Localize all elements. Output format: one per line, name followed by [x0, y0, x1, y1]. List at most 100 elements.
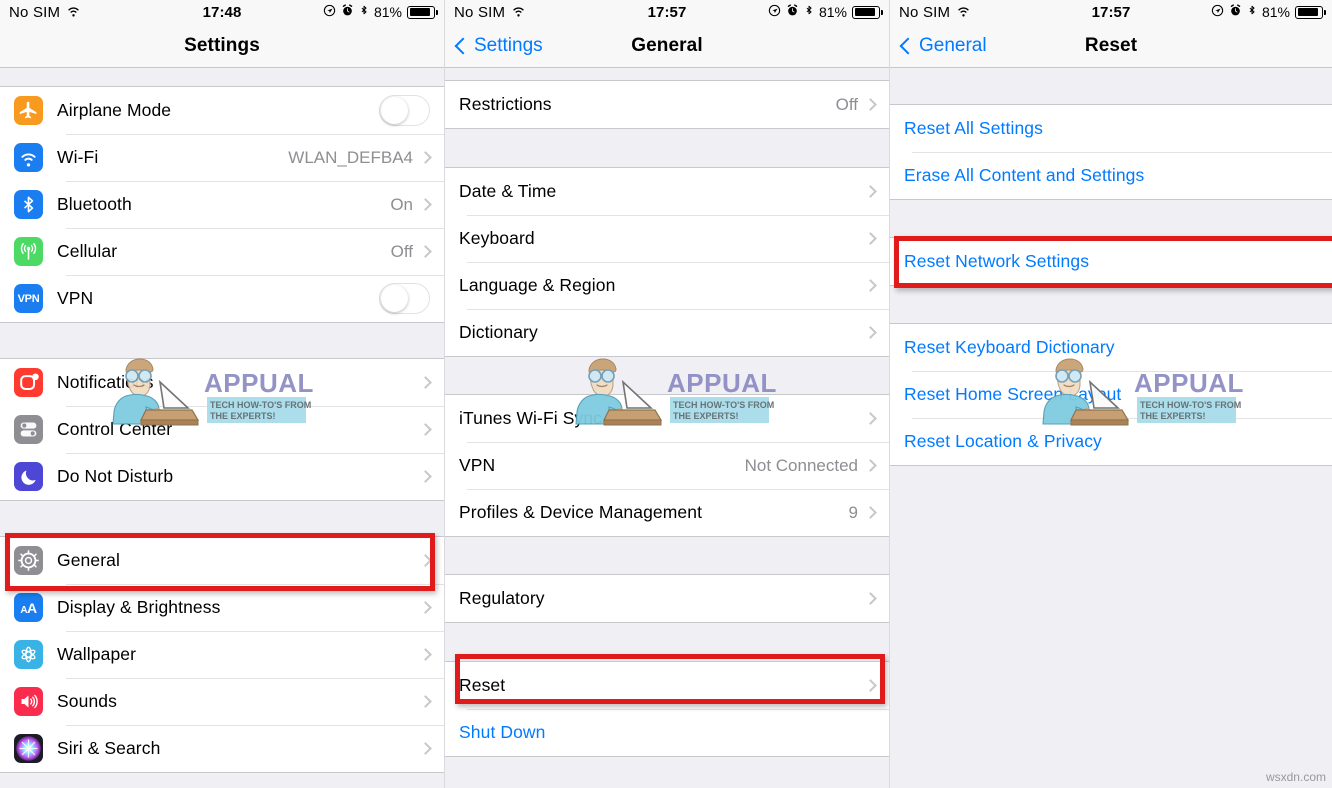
- gear-icon: [14, 546, 43, 575]
- list-row-date-time[interactable]: Date & Time: [445, 168, 889, 215]
- list-row-label: Control Center: [57, 419, 173, 439]
- list-row-reset-network-settings[interactable]: Reset Network Settings: [890, 238, 1332, 285]
- list-row-reset-keyboard-dictionary[interactable]: Reset Keyboard Dictionary: [890, 324, 1332, 371]
- list-row-label: Notifications: [57, 372, 154, 392]
- settings-group: Reset All Settings Erase All Content and …: [890, 104, 1332, 200]
- status-right: 81%: [768, 3, 883, 21]
- nav-bar: Settings General: [445, 24, 889, 68]
- list-row-general[interactable]: General: [0, 537, 444, 584]
- battery-icon: [407, 5, 438, 19]
- list-row-display-brightness[interactable]: AA Display & Brightness: [0, 584, 444, 631]
- settings-group: Notifications Control Center Do Not Distur…: [0, 358, 444, 501]
- list-row-siri-search[interactable]: Siri & Search: [0, 725, 444, 772]
- toggle-switch[interactable]: [379, 283, 430, 314]
- alarm-icon: [341, 3, 354, 21]
- group-spacer: [445, 68, 889, 80]
- list-row-wi-fi[interactable]: Wi-Fi WLAN_DEFBA4: [0, 134, 444, 181]
- list-row-wallpaper[interactable]: Wallpaper: [0, 631, 444, 678]
- list-row-label: Erase All Content and Settings: [904, 165, 1145, 185]
- status-bar: No SIM 17:57 81%: [445, 0, 889, 24]
- panel-reset: No SIM 17:57 81% General Reset Reset All Sett…: [889, 0, 1332, 788]
- page-title: Settings: [184, 34, 260, 56]
- list-row-shut-down[interactable]: Shut Down: [445, 709, 889, 756]
- group-spacer: [890, 286, 1332, 323]
- list-row-label: VPN: [459, 455, 496, 475]
- chevron-right-icon: [419, 648, 432, 661]
- list-row-restrictions[interactable]: Restrictions Off: [445, 81, 889, 128]
- group-spacer: [890, 200, 1332, 237]
- list-row-reset-location-privacy[interactable]: Reset Location & Privacy: [890, 418, 1332, 465]
- list-row-label: Shut Down: [459, 722, 546, 742]
- settings-group: Date & Time Keyboard Language & Region Dict…: [445, 167, 889, 357]
- list-row-value: Off: [390, 241, 413, 261]
- list-row-value: On: [390, 194, 413, 214]
- settings-group: iTunes Wi-Fi Sync VPN Not Connected Profile…: [445, 394, 889, 537]
- list-row-vpn[interactable]: VPN Not Connected: [445, 442, 889, 489]
- group-spacer: [445, 129, 889, 167]
- list-row-sounds[interactable]: Sounds: [0, 678, 444, 725]
- bluetooth-tile-icon: [14, 190, 43, 219]
- chevron-right-icon: [864, 185, 877, 198]
- status-right: 81%: [323, 3, 438, 21]
- list-row-profiles-device-management[interactable]: Profiles & Device Management 9: [445, 489, 889, 536]
- list-row-vpn[interactable]: VPN VPN: [0, 275, 444, 322]
- chevron-left-icon: [899, 37, 917, 54]
- control-center-icon: [14, 415, 43, 444]
- back-button-label: General: [919, 34, 987, 56]
- battery-percent: 81%: [1261, 4, 1290, 20]
- chevron-right-icon: [864, 506, 877, 519]
- chevron-right-icon: [864, 279, 877, 292]
- list-row-reset[interactable]: Reset: [445, 662, 889, 709]
- siri-icon: [14, 734, 43, 763]
- bluetooth-icon: [1247, 3, 1257, 21]
- chevron-right-icon: [864, 459, 877, 472]
- list-row-notifications[interactable]: Notifications: [0, 359, 444, 406]
- battery-percent: 81%: [373, 4, 402, 20]
- status-bar: No SIM 17:48 81%: [0, 0, 444, 24]
- settings-group: Reset Shut Down: [445, 661, 889, 757]
- back-button[interactable]: Settings: [454, 34, 543, 57]
- list-row-erase-all-content-and-settings[interactable]: Erase All Content and Settings: [890, 152, 1332, 199]
- settings-group: Airplane Mode Wi-Fi WLAN_DEFBA4 Bluetooth On…: [0, 86, 444, 323]
- list-row-value: Off: [835, 94, 858, 114]
- chevron-right-icon: [419, 198, 432, 211]
- list-row-label: Reset: [459, 675, 506, 695]
- list-row-do-not-disturb[interactable]: Do Not Disturb: [0, 453, 444, 500]
- battery-icon: [1295, 5, 1326, 19]
- list-row-label: Reset Home Screen Layout: [904, 384, 1122, 404]
- toggle-switch[interactable]: [379, 95, 430, 126]
- chevron-right-icon: [864, 98, 877, 111]
- list-row-keyboard[interactable]: Keyboard: [445, 215, 889, 262]
- vpn-icon: VPN: [14, 284, 43, 313]
- group-spacer: [445, 357, 889, 394]
- list-row-label: Do Not Disturb: [57, 466, 174, 486]
- back-button-label: Settings: [474, 34, 543, 56]
- group-spacer: [890, 68, 1332, 104]
- list-row-reset-home-screen-layout[interactable]: Reset Home Screen Layout: [890, 371, 1332, 418]
- chevron-right-icon: [419, 423, 432, 436]
- location-icon: [1211, 4, 1224, 21]
- list-row-label: Reset Keyboard Dictionary: [904, 337, 1115, 357]
- list-row-reset-all-settings[interactable]: Reset All Settings: [890, 105, 1332, 152]
- list-row-dictionary[interactable]: Dictionary: [445, 309, 889, 356]
- list-row-label: Dictionary: [459, 322, 538, 342]
- chevron-right-icon: [419, 742, 432, 755]
- back-button[interactable]: General: [899, 34, 987, 57]
- list-row-label: Cellular: [57, 241, 118, 261]
- group-spacer: [0, 323, 444, 358]
- list-row-bluetooth[interactable]: Bluetooth On: [0, 181, 444, 228]
- moon-icon: [14, 462, 43, 491]
- list-row-itunes-wi-fi-sync[interactable]: iTunes Wi-Fi Sync: [445, 395, 889, 442]
- list-row-regulatory[interactable]: Regulatory: [445, 575, 889, 622]
- list-row-label: Keyboard: [459, 228, 535, 248]
- list-row-label: Sounds: [57, 691, 117, 711]
- list-row-label: Date & Time: [459, 181, 557, 201]
- alarm-icon: [786, 3, 799, 21]
- location-icon: [323, 4, 336, 21]
- list-row-label: Language & Region: [459, 275, 616, 295]
- list-row-label: Display & Brightness: [57, 597, 221, 617]
- list-row-language-region[interactable]: Language & Region: [445, 262, 889, 309]
- list-row-control-center[interactable]: Control Center: [0, 406, 444, 453]
- list-row-airplane-mode[interactable]: Airplane Mode: [0, 87, 444, 134]
- list-row-cellular[interactable]: Cellular Off: [0, 228, 444, 275]
